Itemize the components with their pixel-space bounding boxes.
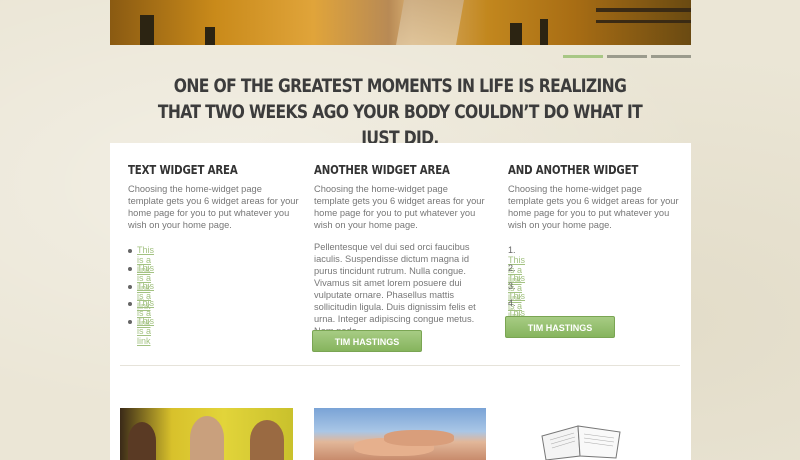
hero-tree-trunk — [510, 23, 522, 45]
widget-body-secondary: Pellentesque vel dui sed orci faucibus i… — [314, 242, 476, 336]
section-divider — [120, 365, 680, 366]
widget-link-list: This is a link This is a link This is a … — [128, 245, 154, 346]
tim-hastings-button[interactable]: Tim Hastings — [505, 316, 615, 338]
list-number: 1. — [508, 245, 516, 255]
person-figure — [190, 416, 224, 460]
list-number: 3. — [508, 280, 516, 291]
widget-ordered-link-list: 1.This is a link 2.This is a link 3.This… — [508, 245, 525, 338]
tagline-heading: One of the greatest moments in life is r… — [157, 75, 643, 149]
open-book-icon — [541, 425, 621, 460]
list-item: This is a link — [128, 263, 154, 293]
slider-dot[interactable] — [607, 55, 647, 58]
widget-body: Choosing the home-widget page template g… — [508, 184, 679, 230]
hero-fence — [596, 20, 691, 23]
hero-tree-trunk — [140, 15, 154, 45]
hero-road — [396, 0, 464, 45]
list-item: 1.This is a link — [508, 245, 525, 285]
widget-title: Another Widget Area — [314, 163, 450, 177]
widget-panel: Text Widget Area Choosing the home-widge… — [110, 143, 691, 460]
list-item: 4.This is a link — [508, 298, 525, 338]
list-number: 2. — [508, 262, 516, 273]
hero-fence — [596, 8, 691, 12]
list-item: 3.This is a link — [508, 280, 525, 321]
slider-dot-active[interactable] — [563, 55, 603, 58]
hand-shape — [384, 430, 454, 446]
widget-body: Choosing the home-widget page template g… — [128, 184, 299, 230]
hero-tree-trunk — [205, 27, 215, 45]
list-item: This is a link — [128, 316, 154, 346]
hero-banner-image — [110, 0, 691, 45]
list-item: 2.This is a link — [508, 262, 525, 303]
list-item: This is a link — [128, 245, 154, 275]
widget-body: Choosing the home-widget page template g… — [314, 184, 485, 230]
people-thumbnail-image[interactable] — [120, 408, 293, 460]
person-figure — [250, 420, 284, 460]
widget-title: Text Widget Area — [128, 163, 238, 177]
hands-thumbnail-image[interactable] — [314, 408, 486, 460]
book-thumbnail[interactable] — [530, 408, 630, 460]
slider-dot[interactable] — [651, 55, 691, 58]
list-item: This is a link — [128, 298, 154, 328]
person-figure — [128, 422, 156, 460]
tim-hastings-button[interactable]: Tim Hastings — [312, 330, 422, 352]
widget-title: And Another Widget — [508, 163, 639, 177]
slider-pagination — [563, 55, 691, 58]
list-item: This is a link — [128, 281, 154, 311]
list-number: 4. — [508, 298, 516, 309]
hero-tree-trunk — [540, 19, 548, 45]
widget-link[interactable]: This is a link — [137, 316, 154, 346]
